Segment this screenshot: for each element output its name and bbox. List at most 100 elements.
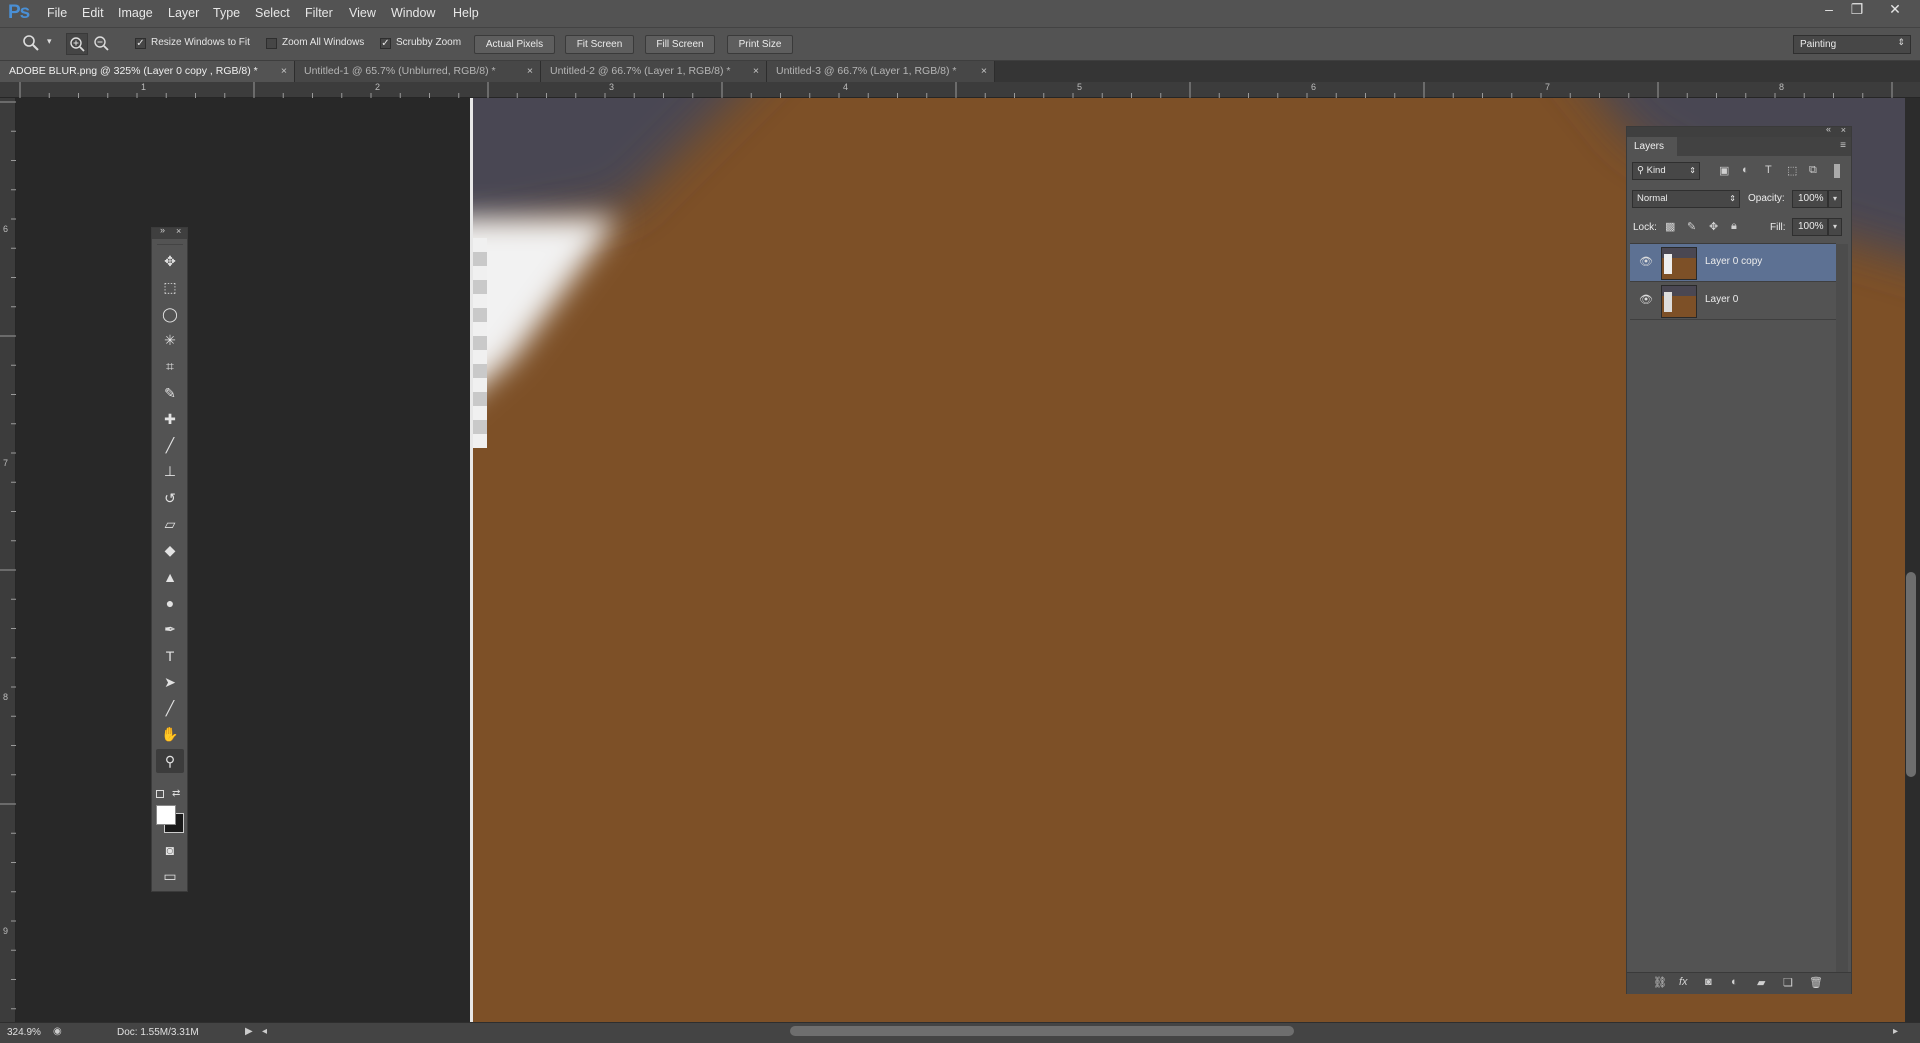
fit-screen-button[interactable]: Fit Screen <box>565 35 634 54</box>
filter-pixel-icon[interactable]: ▣ <box>1719 164 1729 177</box>
close-icon[interactable]: × <box>176 226 181 236</box>
move-tool-icon[interactable]: ✥ <box>156 249 184 273</box>
menu-filter[interactable]: Filter <box>305 6 333 20</box>
fx-icon[interactable]: fx <box>1679 976 1688 988</box>
folder-icon[interactable]: ▰ <box>1757 976 1765 989</box>
magic-wand-tool-icon[interactable]: ✳ <box>156 328 184 352</box>
paint-bucket-tool-icon[interactable]: ◆ <box>156 538 184 562</box>
menu-image[interactable]: Image <box>118 6 153 20</box>
menu-file[interactable]: File <box>47 6 67 20</box>
menu-window[interactable]: Window <box>391 6 435 20</box>
workspace-dropdown[interactable]: Painting ⇕ <box>1793 35 1911 54</box>
lock-image-icon[interactable]: ✎ <box>1687 220 1696 233</box>
zoom-tool-preset-icon[interactable] <box>22 34 44 54</box>
type-tool-icon[interactable]: T <box>156 644 184 668</box>
lasso-tool-icon[interactable]: ◯ <box>156 302 184 326</box>
blend-mode-dropdown[interactable]: Normal ⇕ <box>1632 190 1740 208</box>
menu-view[interactable]: View <box>349 6 376 20</box>
layer-row-layer-0-copy[interactable]: 👁︎ Layer 0 copy <box>1630 244 1836 282</box>
tab-adobe-blur[interactable]: ADOBE BLUR.png @ 325% (Layer 0 copy , RG… <box>0 61 295 82</box>
filter-smart-object-icon[interactable]: ⧉ <box>1809 164 1817 177</box>
filter-adjustment-icon[interactable]: ◐ <box>1742 164 1749 176</box>
opacity-slider-toggle[interactable]: ▾ <box>1828 190 1842 208</box>
actual-pixels-button[interactable]: Actual Pixels <box>474 35 555 54</box>
tab-close-icon[interactable]: × <box>753 61 759 81</box>
lock-transparent-icon[interactable]: ▩ <box>1665 220 1675 233</box>
marquee-tool-icon[interactable]: ⬚ <box>156 275 184 299</box>
pen-tool-icon[interactable]: ✒ <box>156 617 184 641</box>
blur-tool-icon[interactable]: ▲ <box>156 565 184 589</box>
visibility-eye-icon[interactable]: 👁︎ <box>1639 293 1653 306</box>
restore-button[interactable]: ❐ <box>1843 1 1871 19</box>
crop-tool-icon[interactable]: ⌗ <box>156 354 184 378</box>
filter-shape-icon[interactable]: ⬚ <box>1787 164 1797 177</box>
menu-select[interactable]: Select <box>255 6 290 20</box>
clone-stamp-tool-icon[interactable]: ⊥ <box>156 459 184 483</box>
filter-kind-dropdown[interactable]: ⚲ Kind ⇕ <box>1632 162 1700 180</box>
print-size-button[interactable]: Print Size <box>727 35 793 54</box>
new-layer-icon[interactable]: ❏ <box>1783 976 1793 989</box>
tab-close-icon[interactable]: × <box>281 61 287 81</box>
minimize-button[interactable]: – <box>1815 1 1843 19</box>
close-icon[interactable]: × <box>1841 125 1846 135</box>
history-brush-tool-icon[interactable]: ↺ <box>156 486 184 510</box>
collapse-icon[interactable]: » <box>160 225 165 235</box>
vertical-scrollbar[interactable] <box>1905 98 1920 1022</box>
opacity-input[interactable]: 100% <box>1792 190 1828 208</box>
zoom-in-icon[interactable] <box>66 33 88 55</box>
trash-icon[interactable]: 🗑︎ <box>1809 976 1823 989</box>
tab-untitled-2[interactable]: Untitled-2 @ 66.7% (Layer 1, RGB/8) * × <box>541 61 767 82</box>
fill-screen-button[interactable]: Fill Screen <box>645 35 715 54</box>
quick-mask-icon[interactable]: ◙ <box>156 838 184 862</box>
menu-edit[interactable]: Edit <box>82 6 104 20</box>
line-tool-icon[interactable]: ╱ <box>156 696 184 720</box>
layer-row-layer-0[interactable]: 👁︎ Layer 0 <box>1630 282 1836 320</box>
status-info-icon[interactable]: ◉ <box>53 1026 62 1037</box>
horizontal-scroll-thumb[interactable] <box>790 1026 1294 1036</box>
layers-scrollbar[interactable] <box>1836 244 1848 972</box>
fill-input[interactable]: 100% <box>1792 218 1828 236</box>
status-menu-arrow-icon[interactable]: ▶ <box>245 1026 253 1037</box>
lock-all-icon[interactable]: 🔒︎ <box>1731 220 1737 233</box>
eraser-tool-icon[interactable]: ▱ <box>156 512 184 536</box>
zoom-all-windows-checkbox[interactable] <box>266 38 277 49</box>
preset-dropdown-arrow[interactable]: ▾ <box>47 36 52 47</box>
tab-untitled-3[interactable]: Untitled-3 @ 66.7% (Layer 1, RGB/8) * × <box>767 61 995 82</box>
tab-untitled-1[interactable]: Untitled-1 @ 65.7% (Unblurred, RGB/8) * … <box>295 61 541 82</box>
vertical-scroll-thumb[interactable] <box>1906 572 1916 777</box>
filter-type-icon[interactable]: T <box>1765 164 1772 176</box>
scroll-right-icon[interactable]: ▸ <box>1893 1026 1898 1037</box>
toolbox-header[interactable]: » × <box>152 225 187 239</box>
panel-header[interactable]: « × <box>1627 124 1851 137</box>
close-button[interactable]: ✕ <box>1881 1 1909 19</box>
mask-icon[interactable]: ◙ <box>1705 976 1712 988</box>
screen-mode-icon[interactable]: ▭ <box>156 864 184 888</box>
resize-windows-checkbox[interactable]: ✓ <box>135 38 146 49</box>
brush-tool-icon[interactable]: ╱ <box>156 433 184 457</box>
default-colors-icon[interactable] <box>156 790 164 798</box>
tab-close-icon[interactable]: × <box>527 61 533 81</box>
menu-layer[interactable]: Layer <box>168 6 199 20</box>
lock-position-icon[interactable]: ✥ <box>1709 220 1718 233</box>
foreground-color-swatch[interactable] <box>156 805 176 825</box>
menu-type[interactable]: Type <box>213 6 240 20</box>
zoom-out-icon[interactable] <box>91 33 113 55</box>
adjustment-icon[interactable]: ◐ <box>1731 976 1738 988</box>
menu-help[interactable]: Help <box>453 6 479 20</box>
vertical-ruler[interactable]: 6 7 8 9 <box>0 98 16 1022</box>
zoom-tool-icon[interactable]: ⚲ <box>156 748 184 773</box>
horizontal-ruler[interactable]: 1 2 3 4 5 6 7 8 <box>0 82 1920 98</box>
link-icon[interactable]: ⛓︎ <box>1653 976 1667 989</box>
visibility-eye-icon[interactable]: 👁︎ <box>1639 255 1653 268</box>
filter-toggle-icon[interactable] <box>1834 164 1840 178</box>
fill-slider-toggle[interactable]: ▾ <box>1828 218 1842 236</box>
path-selection-tool-icon[interactable]: ➤ <box>156 670 184 694</box>
hand-tool-icon[interactable]: ✋ <box>156 722 184 746</box>
tab-close-icon[interactable]: × <box>981 61 987 81</box>
scroll-left-icon[interactable]: ◂ <box>262 1026 267 1037</box>
eyedropper-tool-icon[interactable]: ✎ <box>156 381 184 405</box>
zoom-level[interactable]: 324.9% <box>7 1027 41 1038</box>
collapse-icon[interactable]: « <box>1826 124 1831 134</box>
scrubby-zoom-checkbox[interactable]: ✓ <box>380 38 391 49</box>
dodge-tool-icon[interactable]: ● <box>156 591 184 615</box>
